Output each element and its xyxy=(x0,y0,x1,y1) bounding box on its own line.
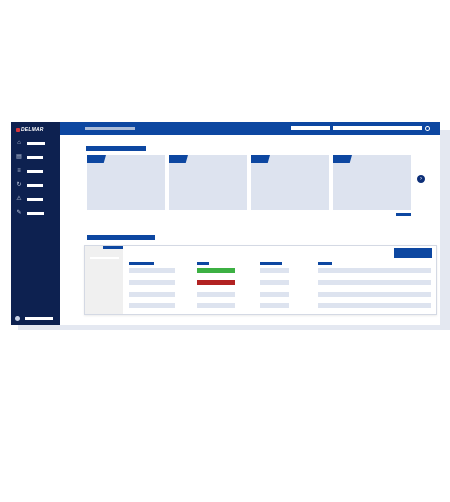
chart-icon: ▤ xyxy=(16,154,22,160)
table-cell xyxy=(129,292,175,297)
sidebar-item-list[interactable]: ≡ xyxy=(16,168,43,174)
table-cell xyxy=(260,303,289,308)
table-cell xyxy=(260,292,289,297)
sidebar-item-alerts[interactable]: ⚠ xyxy=(16,196,43,202)
search-icon[interactable] xyxy=(425,126,430,131)
sidebar-item-label xyxy=(27,197,43,201)
main-content: › xyxy=(60,135,440,325)
warning-icon: ⚠ xyxy=(16,196,22,202)
table-cell xyxy=(318,303,431,308)
table-cell xyxy=(260,268,289,273)
table-cell xyxy=(318,280,431,285)
summary-card[interactable] xyxy=(169,155,247,210)
sidebar: DELMAR ⌂ ▤ ≡ ↻ ⚠ ✎ xyxy=(11,122,60,325)
sidebar-item-label xyxy=(27,155,43,159)
table-cell xyxy=(260,280,289,285)
tools-icon: ✎ xyxy=(16,210,22,216)
filter-select[interactable] xyxy=(291,126,330,130)
view-all-link[interactable] xyxy=(396,213,411,216)
column-header[interactable] xyxy=(129,262,154,265)
table-cell xyxy=(318,292,431,297)
table-cell xyxy=(318,268,431,273)
sidebar-item-label xyxy=(27,141,45,145)
add-button[interactable] xyxy=(394,248,432,258)
brand-logo[interactable]: DELMAR xyxy=(16,126,44,134)
section-title xyxy=(86,146,146,151)
card-tag xyxy=(169,155,188,163)
summary-card[interactable] xyxy=(87,155,165,210)
chevron-right-icon[interactable]: › xyxy=(417,175,425,183)
table-cell xyxy=(197,303,235,308)
card-tag xyxy=(251,155,270,163)
data-panel xyxy=(84,245,437,315)
column-header[interactable] xyxy=(260,262,282,265)
sidebar-item-label xyxy=(27,169,43,173)
sidebar-item-sync[interactable]: ↻ xyxy=(16,182,43,188)
home-icon: ⌂ xyxy=(17,140,21,146)
status-badge xyxy=(197,268,235,273)
table-cell xyxy=(129,303,175,308)
top-bar xyxy=(60,122,440,135)
refresh-icon: ↻ xyxy=(16,182,22,188)
sidebar-item-label xyxy=(27,211,44,215)
column-header[interactable] xyxy=(318,262,332,265)
filter-tab[interactable] xyxy=(103,246,123,249)
table-section-title xyxy=(87,235,155,240)
user-name xyxy=(25,317,53,320)
summary-card[interactable] xyxy=(251,155,329,210)
sidebar-item-reports[interactable]: ▤ xyxy=(16,154,43,160)
sidebar-item-tools[interactable]: ✎ xyxy=(16,210,44,216)
list-icon: ≡ xyxy=(17,168,21,174)
brand-name: DELMAR xyxy=(21,127,44,133)
user-profile[interactable] xyxy=(15,316,53,321)
sidebar-item-home[interactable]: ⌂ xyxy=(16,140,45,146)
table-cell xyxy=(129,268,175,273)
table-cell xyxy=(197,292,235,297)
status-badge xyxy=(197,280,235,285)
page-breadcrumb xyxy=(85,127,135,130)
card-tag xyxy=(87,155,106,163)
card-tag xyxy=(333,155,352,163)
logo-mark-icon xyxy=(16,128,20,132)
table-cell xyxy=(129,280,175,285)
sidebar-item-label xyxy=(27,183,43,187)
app-window: DELMAR ⌂ ▤ ≡ ↻ ⚠ ✎ › xyxy=(11,122,440,325)
user-icon xyxy=(15,316,20,321)
column-header[interactable] xyxy=(197,262,209,265)
filter-sidebar xyxy=(85,246,123,314)
summary-card[interactable] xyxy=(333,155,411,210)
search-input[interactable] xyxy=(333,126,422,130)
filter-input[interactable] xyxy=(90,257,119,259)
